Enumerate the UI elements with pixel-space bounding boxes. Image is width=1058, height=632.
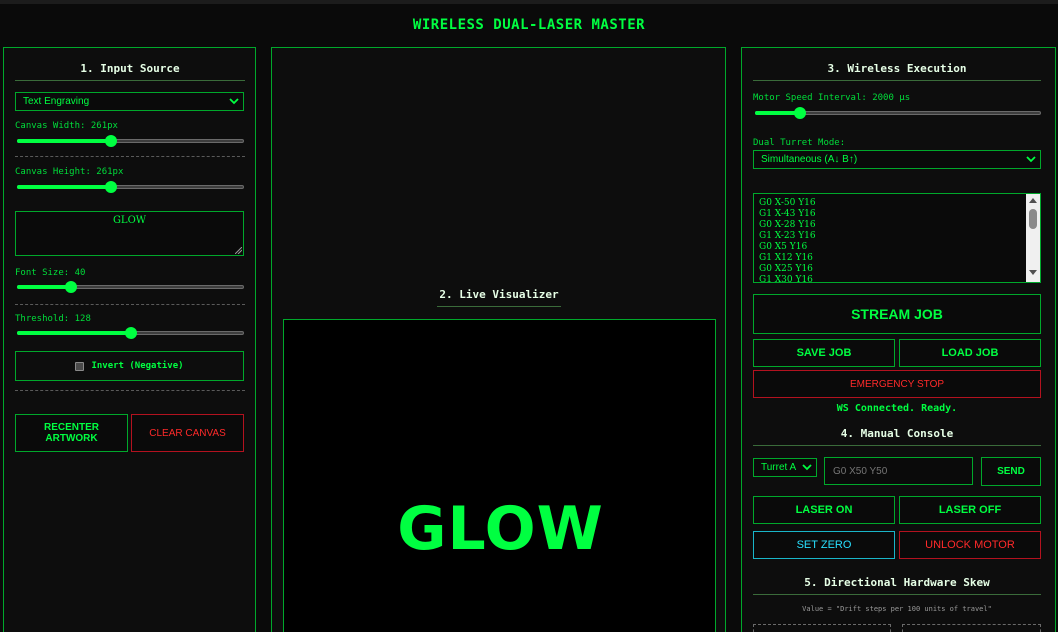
command-input[interactable] — [824, 457, 973, 485]
visualizer-title: 2. Live Visualizer — [437, 288, 561, 307]
gcode-line: G1 X-43 Y16 — [759, 209, 816, 219]
gcode-line: G0 X-28 Y16 — [759, 220, 816, 230]
hardware-skew-title: 5. Directional Hardware Skew — [753, 576, 1041, 595]
gcode-lines: G0 X-50 Y16 G1 X-43 Y16 G0 X-28 Y16 G1 X-23… — [759, 198, 816, 283]
scroll-down-arrow-icon[interactable] — [1029, 270, 1037, 276]
chevron-down-icon — [229, 98, 239, 105]
canvas-width-slider[interactable] — [15, 135, 246, 147]
gcode-line: G0 X5 Y16 — [759, 242, 808, 252]
invert-option[interactable]: Invert (Negative) — [15, 351, 244, 381]
visualizer-panel: 2. Live Visualizer GLOW — [271, 47, 726, 632]
gcode-line: G0 X-50 Y16 — [759, 198, 816, 208]
slider-thumb[interactable] — [104, 181, 117, 193]
gcode-line: G1 X30 Y16 — [759, 275, 813, 283]
unlock-motor-button[interactable]: UNLOCK MOTOR — [899, 531, 1041, 559]
text-input-value: GLOW — [112, 215, 147, 226]
scroll-up-arrow-icon[interactable] — [1029, 197, 1037, 203]
threshold-label: Threshold: 128 — [15, 314, 91, 324]
turret-mode-label: Dual Turret Mode: — [753, 138, 846, 148]
emergency-stop-button[interactable]: EMERGENCY STOP — [753, 370, 1041, 398]
invert-checkbox[interactable] — [75, 361, 85, 371]
slider-thumb[interactable] — [64, 281, 77, 293]
font-size-label: Font Size: 40 — [15, 268, 86, 278]
laser-off-button[interactable]: LASER OFF — [899, 496, 1041, 524]
divider — [15, 156, 245, 157]
input-source-title: 1. Input Source — [15, 62, 245, 81]
invert-label: Invert (Negative) — [91, 361, 184, 371]
source-mode-select[interactable]: Text Engraving — [15, 92, 244, 111]
font-size-slider[interactable] — [15, 281, 246, 293]
scrollbar-thumb[interactable] — [1029, 209, 1037, 229]
canvas-width-label: Canvas Width: 261px — [15, 121, 118, 131]
stream-job-button[interactable]: STREAM JOB — [753, 294, 1041, 334]
manual-console-title: 4. Manual Console — [753, 427, 1041, 446]
recenter-artwork-button[interactable]: RECENTER ARTWORK — [15, 414, 128, 452]
load-job-button[interactable]: LOAD JOB — [899, 339, 1041, 367]
canvas-height-label: Canvas Height: 261px — [15, 167, 124, 177]
app-title: WIRELESS DUAL-LASER MASTER — [412, 17, 646, 33]
preview-artwork-text: GLOW — [397, 494, 604, 564]
window-top-strip — [0, 0, 1058, 4]
connection-status: WS Connected. Ready. — [836, 403, 958, 414]
motor-speed-slider[interactable] — [753, 107, 1043, 119]
chevron-down-icon — [802, 464, 812, 471]
divider — [15, 304, 245, 305]
set-zero-button[interactable]: SET ZERO — [753, 531, 895, 559]
wireless-execution-title: 3. Wireless Execution — [753, 62, 1041, 81]
threshold-slider[interactable] — [15, 327, 246, 339]
chevron-down-icon — [1026, 156, 1036, 163]
clear-canvas-button[interactable]: CLEAR CANVAS — [131, 414, 244, 452]
turret-mode-value: Simultaneous (A↓ B↑) — [761, 154, 858, 165]
send-command-button[interactable]: SEND — [981, 457, 1041, 486]
slider-thumb[interactable] — [124, 327, 137, 339]
canvas-height-slider[interactable] — [15, 181, 246, 193]
gcode-line: G1 X12 Y16 — [759, 253, 813, 263]
turret-mode-select[interactable]: Simultaneous (A↓ B↑) — [753, 150, 1041, 169]
execution-panel: 3. Wireless Execution Motor Speed Interv… — [741, 47, 1056, 632]
skew-field-y[interactable] — [902, 624, 1041, 632]
motor-speed-label: Motor Speed Interval: 2000 µs — [753, 93, 911, 103]
save-job-button[interactable]: SAVE JOB — [753, 339, 895, 367]
turret-select-value: Turret A — [761, 462, 797, 473]
source-mode-value: Text Engraving — [23, 96, 90, 107]
gcode-line: G1 X-23 Y16 — [759, 231, 816, 241]
text-input-area[interactable]: GLOW — [15, 211, 244, 256]
slider-thumb[interactable] — [794, 107, 806, 119]
turret-select[interactable]: Turret A — [753, 458, 817, 477]
gcode-output[interactable]: G0 X-50 Y16 G1 X-43 Y16 G0 X-28 Y16 G1 X-23… — [753, 193, 1041, 283]
input-source-panel: 1. Input Source Text Engraving Canvas Wi… — [3, 47, 256, 632]
laser-on-button[interactable]: LASER ON — [753, 496, 895, 524]
skew-field-x[interactable] — [753, 624, 891, 632]
resize-grip-icon[interactable] — [235, 247, 242, 254]
slider-thumb[interactable] — [104, 135, 117, 147]
divider — [15, 390, 245, 391]
preview-canvas[interactable]: GLOW — [283, 319, 716, 632]
skew-note: Value = "Drift steps per 100 units of tr… — [802, 605, 992, 613]
gcode-scrollbar[interactable] — [1026, 194, 1040, 282]
gcode-line: G0 X25 Y16 — [759, 264, 813, 274]
